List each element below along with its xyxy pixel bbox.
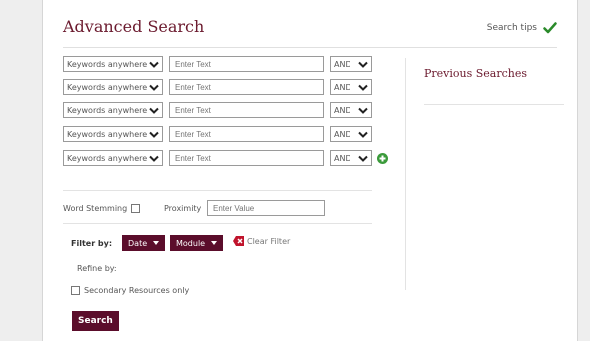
clear-filter-link[interactable]: Clear Filter	[233, 236, 290, 246]
operator-select[interactable]: AND	[330, 102, 372, 118]
field-select[interactable]: Keywords anywhere	[63, 126, 163, 142]
word-stemming-option[interactable]: Word Stemming	[63, 204, 141, 213]
search-row: Keywords anywhere AND	[63, 102, 372, 118]
search-text-input[interactable]	[169, 79, 324, 95]
search-row: Keywords anywhere AND	[63, 126, 372, 142]
word-stemming-label: Word Stemming	[63, 204, 128, 213]
operator-select[interactable]: AND	[330, 150, 372, 166]
date-filter-label: Date	[128, 238, 148, 248]
operator-select[interactable]: AND	[330, 79, 372, 95]
options-divider-top	[63, 190, 372, 191]
search-tips-label: Search tips	[486, 23, 537, 33]
chevron-down-icon	[358, 84, 368, 91]
column-divider	[405, 58, 406, 290]
filter-by-label: Filter by:	[71, 239, 113, 248]
chevron-down-icon	[149, 155, 159, 162]
secondary-resources-option[interactable]: Secondary Resources only	[71, 286, 189, 295]
advanced-search-panel: Advanced Search Search tips Keywords any…	[42, 0, 578, 341]
clear-filter-label: Clear Filter	[247, 236, 291, 246]
chevron-down-icon	[358, 155, 368, 162]
chevron-down-icon	[149, 131, 159, 138]
proximity-label: Proximity	[164, 204, 202, 213]
field-select-value: Keywords anywhere	[67, 59, 148, 69]
search-text-input[interactable]	[169, 56, 324, 72]
word-stemming-checkbox[interactable]	[131, 204, 141, 213]
operator-select-value: AND	[334, 59, 350, 69]
operator-select-value: AND	[334, 153, 350, 163]
chevron-down-icon	[358, 131, 368, 138]
module-filter-label: Module	[176, 238, 206, 248]
operator-select[interactable]: AND	[330, 56, 372, 72]
clear-x-icon	[233, 236, 244, 246]
refine-by-label: Refine by:	[77, 264, 117, 273]
chevron-down-icon	[149, 107, 159, 114]
field-select-value: Keywords anywhere	[67, 153, 148, 163]
operator-select[interactable]: AND	[330, 126, 372, 142]
search-text-input[interactable]	[169, 150, 324, 166]
proximity-input[interactable]	[207, 200, 325, 216]
field-select[interactable]: Keywords anywhere	[63, 79, 163, 95]
field-select[interactable]: Keywords anywhere	[63, 150, 163, 166]
field-select[interactable]: Keywords anywhere	[63, 56, 163, 72]
add-row-icon[interactable]	[377, 153, 388, 164]
operator-select-value: AND	[334, 82, 350, 92]
date-filter-button[interactable]: Date	[122, 235, 166, 251]
module-filter-button[interactable]: Module	[170, 235, 224, 251]
search-row: Keywords anywhere AND	[63, 150, 372, 166]
operator-select-value: AND	[334, 129, 350, 139]
chevron-down-icon	[358, 61, 368, 68]
caret-down-icon	[211, 241, 218, 245]
header-divider	[63, 47, 557, 48]
field-select[interactable]: Keywords anywhere	[63, 102, 163, 118]
search-text-input[interactable]	[169, 102, 324, 118]
search-row: Keywords anywhere AND	[63, 79, 372, 95]
field-select-value: Keywords anywhere	[67, 105, 148, 115]
search-tips-link[interactable]: Search tips	[487, 21, 557, 35]
search-row: Keywords anywhere AND	[63, 56, 372, 72]
chevron-down-icon	[149, 84, 159, 91]
previous-searches-title: Previous Searches	[424, 67, 528, 80]
operator-select-value: AND	[334, 105, 350, 115]
checkmark-icon	[543, 22, 557, 34]
page-title: Advanced Search	[63, 17, 205, 36]
search-text-input[interactable]	[169, 126, 324, 142]
chevron-down-icon	[358, 107, 368, 114]
previous-searches-divider	[424, 104, 564, 105]
options-divider-bottom	[63, 223, 372, 224]
search-button[interactable]: Search	[72, 311, 119, 331]
field-select-value: Keywords anywhere	[67, 82, 148, 92]
chevron-down-icon	[149, 61, 159, 68]
field-select-value: Keywords anywhere	[67, 129, 148, 139]
secondary-resources-checkbox[interactable]	[71, 286, 80, 295]
caret-down-icon	[153, 241, 160, 245]
secondary-resources-label: Secondary Resources only	[84, 286, 190, 295]
